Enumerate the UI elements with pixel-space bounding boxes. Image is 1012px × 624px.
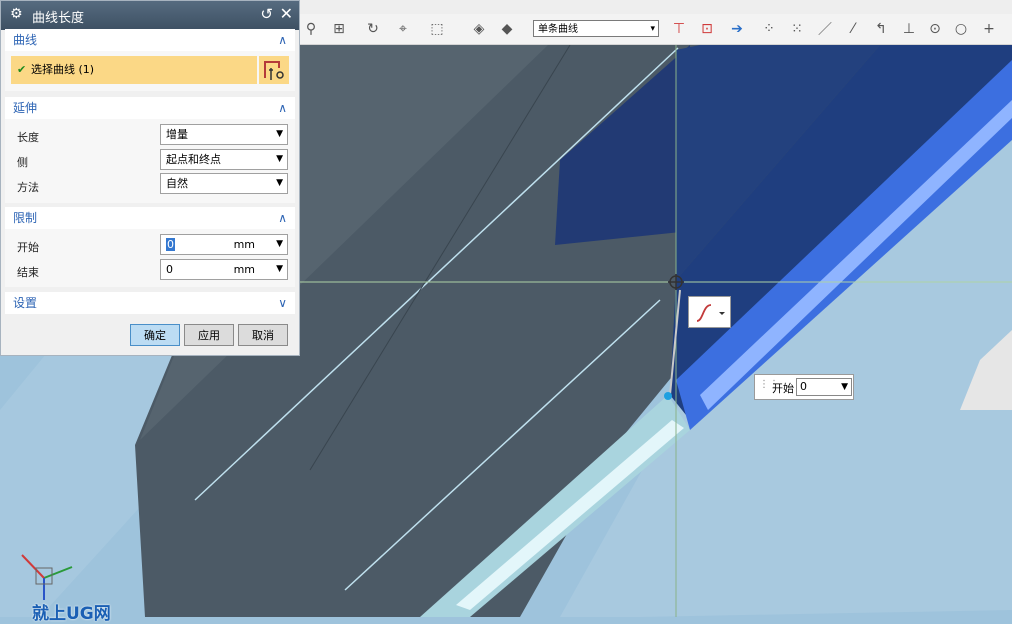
perpendicular-icon[interactable]: ⊥ bbox=[900, 20, 918, 38]
curve-rule-select[interactable]: 单条曲线 ▾ bbox=[533, 20, 659, 37]
s-curve-icon bbox=[696, 304, 725, 322]
curve-length-dialog: ⚙ 曲线长度 ↺ ✕ 曲线 ∧ ✔ 选择曲线 (1) 延伸 ∧ 长度 增量 ▼ … bbox=[0, 0, 300, 356]
cube-view-icon[interactable]: ◆ bbox=[498, 20, 516, 38]
chevron-up-icon: ∧ bbox=[278, 101, 287, 115]
section-curve-header[interactable]: 曲线 ∧ bbox=[5, 29, 295, 51]
arrow-right-icon[interactable]: ➔ bbox=[728, 20, 746, 38]
watermark-logo: 就上UG网 bbox=[32, 604, 111, 624]
circle-icon[interactable]: ○ bbox=[952, 20, 970, 38]
scatter-icon[interactable]: ⁙ bbox=[788, 20, 806, 38]
chevron-up-icon: ∧ bbox=[278, 211, 287, 225]
length-select[interactable]: 增量 ▼ bbox=[160, 124, 288, 145]
start-input[interactable]: 0 mm ▼ bbox=[160, 234, 288, 255]
section-extend-header[interactable]: 延伸 ∧ bbox=[5, 97, 295, 119]
snap-grid-icon[interactable]: ⊡ bbox=[698, 20, 716, 38]
start-handle-value[interactable]: 0 ▼ bbox=[796, 378, 852, 396]
snap-point-icon[interactable]: ⊞ bbox=[330, 20, 348, 38]
chevron-down-icon: ▼ bbox=[276, 154, 283, 164]
chevron-down-icon: ▼ bbox=[276, 129, 283, 139]
side-select[interactable]: 起点和终点 ▼ bbox=[160, 149, 288, 170]
end-input[interactable]: 0 mm ▼ bbox=[160, 259, 288, 280]
plus-icon[interactable]: + bbox=[980, 20, 998, 38]
chevron-down-icon[interactable]: ▼ bbox=[841, 379, 848, 395]
start-handle-input[interactable]: ⋮⋮ 开始 0 ▼ bbox=[754, 374, 854, 400]
curve-select-button[interactable] bbox=[259, 56, 289, 84]
box-select-icon[interactable]: ⬚ bbox=[428, 20, 446, 38]
point-cloud-icon[interactable]: ⁘ bbox=[760, 20, 778, 38]
filter-icon[interactable]: ⚲ bbox=[302, 20, 320, 38]
reset-icon[interactable]: ↺ bbox=[260, 5, 273, 23]
section-limits-header[interactable]: 限制 ∧ bbox=[5, 207, 295, 229]
curve-type-popup[interactable] bbox=[688, 296, 731, 328]
section-settings-header[interactable]: 设置 ∨ bbox=[5, 292, 295, 314]
curve-snap-icon[interactable]: ↻ bbox=[364, 20, 382, 38]
side-label: 侧 bbox=[17, 156, 28, 169]
method-select[interactable]: 自然 ▼ bbox=[160, 173, 288, 194]
arc-icon[interactable]: ↰ bbox=[872, 20, 890, 38]
circle-center-icon[interactable]: ⊙ bbox=[926, 20, 944, 38]
align-icon[interactable]: ⊤ bbox=[670, 20, 688, 38]
close-icon[interactable]: ✕ bbox=[280, 4, 293, 23]
chevron-down-icon: ∨ bbox=[278, 296, 287, 310]
select-curve-row[interactable]: ✔ 选择曲线 (1) bbox=[11, 56, 257, 84]
line-icon[interactable]: ／ bbox=[816, 20, 834, 38]
method-label: 方法 bbox=[17, 181, 39, 194]
chevron-down-icon[interactable]: ▼ bbox=[276, 260, 283, 279]
apply-button[interactable]: 应用 bbox=[184, 324, 234, 346]
chevron-down-icon: ▼ bbox=[276, 178, 283, 188]
end-label: 结束 bbox=[17, 266, 39, 279]
start-point-handle[interactable] bbox=[664, 392, 672, 400]
chevron-down-icon[interactable]: ▼ bbox=[276, 235, 283, 254]
selection-toolbar: ⚲ ⊞ ↻ ⌖ ⬚ ◈ ◆ 单条曲线 ▾ ⊤ ⊡ ➔ ⁘ ⁙ ／ ⁄ ↰ ⊥ ⊙… bbox=[300, 14, 1012, 45]
length-label: 长度 bbox=[17, 131, 39, 144]
point-snap-icon[interactable]: ⌖ bbox=[394, 20, 412, 38]
line-2-icon[interactable]: ⁄ bbox=[844, 20, 862, 38]
dialog-titlebar[interactable]: ⚙ 曲线长度 ↺ ✕ bbox=[1, 1, 299, 30]
ok-button[interactable]: 确定 bbox=[130, 324, 180, 346]
curve-select-icon bbox=[264, 61, 284, 80]
chevron-up-icon: ∧ bbox=[278, 33, 287, 47]
top-toolbar-strip bbox=[300, 0, 1012, 14]
cancel-button[interactable]: 取消 bbox=[238, 324, 288, 346]
check-icon: ✔ bbox=[17, 63, 27, 76]
chevron-down-icon: ▾ bbox=[650, 24, 655, 34]
start-label: 开始 bbox=[17, 241, 39, 254]
dialog-title: 曲线长度 bbox=[32, 11, 85, 26]
shaded-view-icon[interactable]: ◈ bbox=[470, 20, 488, 38]
gear-icon[interactable]: ⚙ bbox=[10, 6, 23, 22]
